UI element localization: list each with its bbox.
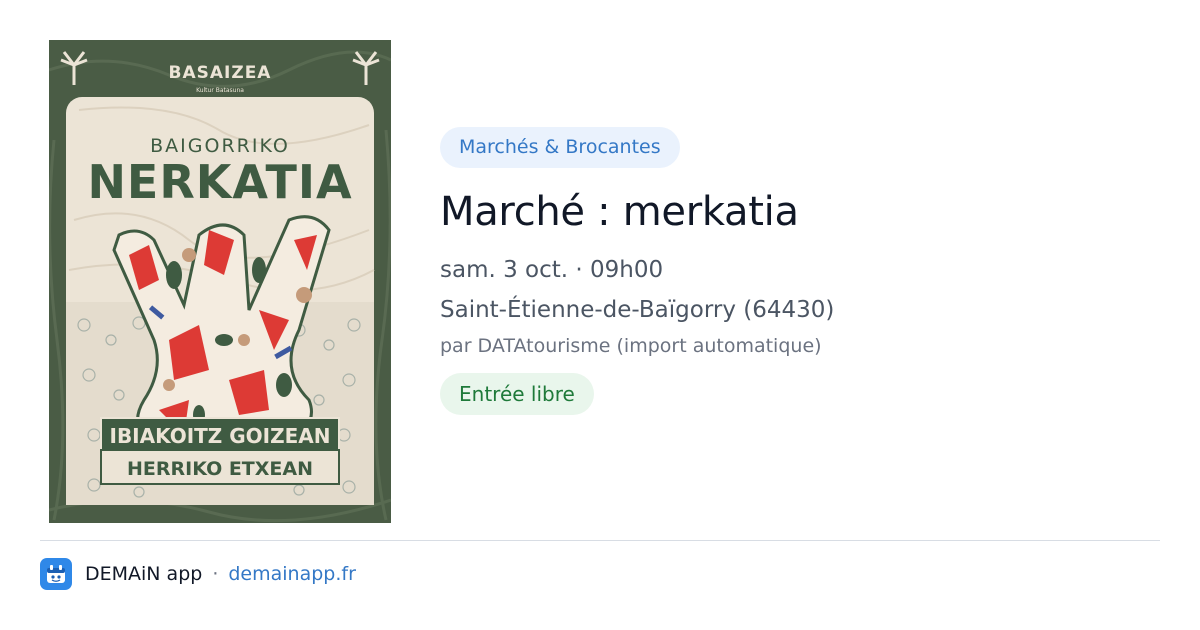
poster-title-line2: NERKATIA xyxy=(87,155,352,209)
poster-brand: BASAIZEA xyxy=(169,63,272,83)
event-datetime: sam. 3 oct. · 09h00 xyxy=(440,257,664,283)
footer-separator: · xyxy=(212,563,219,585)
app-domain-link[interactable]: demainapp.fr xyxy=(228,563,356,585)
demain-app-icon xyxy=(40,558,72,590)
poster-banner-line1: IBIAKOITZ GOIZEAN xyxy=(110,424,331,448)
poster-brand-sub: Kultur Batasuna xyxy=(196,87,244,94)
divider xyxy=(40,540,1160,541)
price-badge: Entrée libre xyxy=(440,373,594,415)
event-location: Saint-Étienne-de-Baïgorry (64430) xyxy=(440,297,835,323)
event-title: Marché : merkatia xyxy=(440,189,799,235)
poster-banner-line2: HERRIKO ETXEAN xyxy=(127,458,313,480)
category-badge[interactable]: Marchés & Brocantes xyxy=(440,127,680,168)
app-name: DEMAiN app xyxy=(85,563,203,585)
event-source: par DATAtourisme (import automatique) xyxy=(440,335,822,357)
event-info: Marchés & Brocantes Marché : merkatia sa… xyxy=(440,127,834,415)
footer: DEMAiN app · demainapp.fr xyxy=(40,558,356,590)
corner-ornament-right-icon xyxy=(352,51,380,85)
poster-title-line1: BAIGORRIKO xyxy=(150,135,290,157)
event-poster: BASAIZEA Kultur Batasuna BAIGORRIKO NERK… xyxy=(49,40,391,523)
corner-ornament-left-icon xyxy=(60,51,88,85)
